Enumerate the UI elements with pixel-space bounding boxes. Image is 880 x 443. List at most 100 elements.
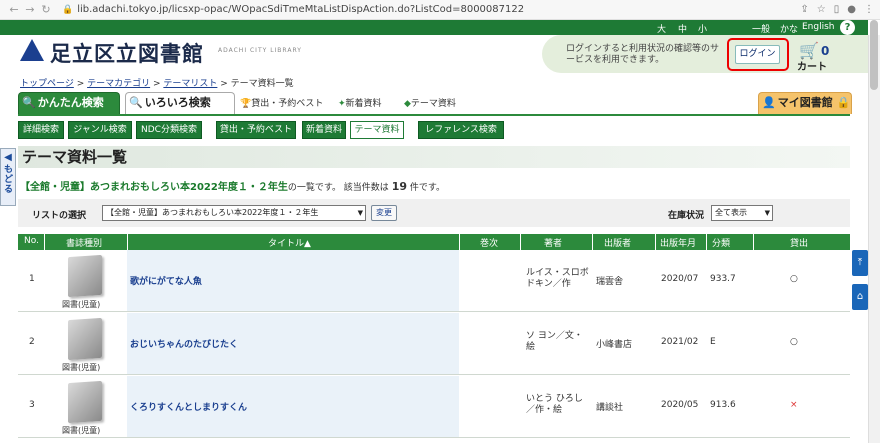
site-logo-subtitle: ADACHI CITY LIBRARY bbox=[218, 47, 302, 54]
normal-mode-link[interactable]: 一般 bbox=[752, 22, 770, 35]
site-logo[interactable]: 足立区立図書館 bbox=[50, 38, 204, 68]
row-status: ○ bbox=[790, 274, 798, 284]
table-row: 1 図書(児童) 歌がにがてな人魚 ルイス・スロボドキン／作 瑞雲舎 2020/… bbox=[18, 250, 850, 312]
breadcrumb: トップページ > テーマカテゴリ > テーマリスト > テーマ資料一覧 bbox=[20, 79, 294, 89]
stock-select[interactable]: 全て表示 ▼ bbox=[711, 205, 773, 221]
tab-best[interactable]: 🏆貸出・予約ベスト bbox=[240, 96, 323, 109]
share-icon[interactable]: ⇪ bbox=[800, 4, 808, 15]
list-select-bar: リストの選択 【全館・児童】あつまれおもしろい本2022年度１・２年生 ▼ 変更 … bbox=[18, 199, 850, 227]
col-type: 書誌種別 bbox=[66, 239, 103, 249]
address-bar[interactable]: lib.adachi.tokyo.jp/licsxp-opac/WOpacSdi… bbox=[77, 4, 792, 15]
row-publisher: 小峰書店 bbox=[596, 340, 633, 350]
font-large-link[interactable]: 大 bbox=[657, 22, 666, 35]
menu-icon[interactable]: ⋮ bbox=[864, 4, 874, 15]
row-author: ルイス・スロボドキン／作 bbox=[526, 268, 589, 289]
col-volume: 巻次 bbox=[480, 239, 499, 249]
profile-icon[interactable]: ● bbox=[847, 4, 856, 15]
help-icon[interactable]: ? bbox=[840, 20, 855, 35]
subnav-detail[interactable]: 詳細検索 bbox=[18, 121, 64, 139]
row-author: ソ ヨン／文・絵 bbox=[526, 331, 583, 352]
row-type: 図書(児童) bbox=[62, 426, 101, 435]
logo-mark-icon bbox=[20, 39, 44, 61]
trophy-icon: 🏆 bbox=[240, 99, 252, 109]
row-publisher: 瑞雲舎 bbox=[596, 277, 624, 287]
row-title-link[interactable]: くろりすくんとしまりすくん bbox=[130, 400, 247, 413]
breadcrumb-list[interactable]: テーマリスト bbox=[163, 79, 217, 89]
change-button[interactable]: 変更 bbox=[371, 205, 397, 221]
table-row: 2 図書(児童) おじいちゃんのたびじたく ソ ヨン／文・絵 小峰書店 2021… bbox=[18, 313, 850, 375]
row-type: 図書(児童) bbox=[62, 363, 101, 372]
kana-mode-link[interactable]: かな bbox=[780, 22, 798, 35]
list-select-label: リストの選択 bbox=[32, 211, 87, 221]
row-class: 933.7 bbox=[710, 274, 736, 284]
subnav-reference[interactable]: レファレンス検索 bbox=[418, 121, 504, 139]
cart-count: 0 bbox=[821, 44, 830, 58]
chevron-down-icon: ▼ bbox=[357, 209, 363, 217]
font-small-link[interactable]: 小 bbox=[698, 22, 707, 35]
tab-underline bbox=[18, 114, 850, 116]
stock-label: 在庫状況 bbox=[668, 211, 705, 221]
breadcrumb-top[interactable]: トップページ bbox=[20, 79, 74, 89]
row-status: × bbox=[790, 400, 798, 410]
row-class: E bbox=[710, 337, 716, 347]
row-date: 2021/02 bbox=[661, 337, 699, 347]
search-icon: 🔍 bbox=[22, 96, 36, 109]
row-no: 2 bbox=[29, 337, 35, 347]
row-title-link[interactable]: おじいちゃんのたびじたく bbox=[130, 337, 238, 350]
breadcrumb-category[interactable]: テーマカテゴリ bbox=[87, 79, 150, 89]
table-row: 3 図書(児童) くろりすくんとしまりすくん いとう ひろし／作・絵 講談社 2… bbox=[18, 376, 850, 438]
subnav-theme[interactable]: テーマ資料 bbox=[350, 121, 404, 139]
login-button[interactable]: ログイン bbox=[735, 45, 780, 64]
back-button[interactable]: ◀ もどる bbox=[0, 148, 16, 206]
scrollbar-thumb[interactable] bbox=[870, 20, 878, 90]
tab-theme[interactable]: ◆テーマ資料 bbox=[404, 96, 456, 109]
home-icon[interactable]: ⌂ bbox=[852, 284, 868, 310]
tab-new[interactable]: ✦新着資料 bbox=[338, 96, 382, 109]
row-title-link[interactable]: 歌がにがてな人魚 bbox=[130, 274, 202, 287]
search-icon: 🔍 bbox=[129, 96, 143, 109]
font-medium-link[interactable]: 中 bbox=[678, 22, 687, 35]
global-bar: 大 中 小 一般 かな English bbox=[0, 20, 868, 35]
cart-label[interactable]: カート bbox=[797, 58, 827, 73]
row-date: 2020/07 bbox=[661, 274, 699, 284]
star-icon[interactable]: ☆ bbox=[817, 4, 826, 15]
tab-mylib[interactable]: 👤 マイ図書館 🔒 bbox=[758, 92, 852, 114]
tab-iroiro[interactable]: 🔍 いろいろ検索 bbox=[125, 92, 235, 114]
subnav-ndc[interactable]: NDC分類検索 bbox=[136, 121, 202, 139]
result-count: 19 bbox=[391, 180, 407, 193]
book-icon bbox=[68, 317, 102, 361]
lock-icon: 🔒 bbox=[836, 96, 851, 109]
row-no: 1 bbox=[29, 274, 35, 284]
browser-toolbar: ← → ↻ 🔒 lib.adachi.tokyo.jp/licsxp-opac/… bbox=[0, 0, 880, 20]
chevron-down-icon: ▼ bbox=[764, 209, 770, 217]
english-link[interactable]: English bbox=[802, 22, 835, 32]
tab-kantan[interactable]: 🔍 かんたん検索 bbox=[18, 92, 120, 114]
login-message: ログインすると利用状況の確認等のサービスを利用できます。 bbox=[566, 44, 720, 65]
book-icon bbox=[68, 254, 102, 298]
col-status: 貸出 bbox=[790, 239, 809, 249]
scroll-top-icon[interactable]: ⤒ bbox=[852, 250, 868, 276]
col-title[interactable]: タイトル▲ bbox=[268, 236, 311, 249]
subnav-best[interactable]: 貸出・予約ベスト bbox=[216, 121, 296, 139]
row-class: 913.6 bbox=[710, 400, 736, 410]
page-title: テーマ資料一覧 bbox=[18, 146, 850, 168]
summary-category: 【全館・児童】あつまれおもしろい本2022年度１・２年生 bbox=[20, 182, 288, 193]
sidebar-icon[interactable]: ▯ bbox=[834, 4, 840, 15]
breadcrumb-current: テーマ資料一覧 bbox=[230, 79, 294, 89]
col-class: 分類 bbox=[712, 239, 731, 249]
col-author: 著者 bbox=[544, 239, 563, 249]
col-no: No. bbox=[24, 236, 39, 246]
table-header: No. 書誌種別 タイトル▲ 巻次 著者 出版者 出版年月 分類 貸出 bbox=[18, 234, 850, 250]
forward-arrow-icon[interactable]: → bbox=[22, 3, 38, 16]
reload-icon[interactable]: ↻ bbox=[38, 3, 54, 16]
subnav-new[interactable]: 新着資料 bbox=[302, 121, 346, 139]
left-arrow-icon: ◀ bbox=[4, 152, 12, 163]
row-author: いとう ひろし／作・絵 bbox=[526, 394, 583, 415]
row-status: ○ bbox=[790, 337, 798, 347]
subnav-genre[interactable]: ジャンル検索 bbox=[68, 121, 132, 139]
list-select[interactable]: 【全館・児童】あつまれおもしろい本2022年度１・２年生 ▼ bbox=[102, 205, 366, 221]
tag-icon: ◆ bbox=[404, 99, 411, 109]
back-arrow-icon[interactable]: ← bbox=[6, 3, 22, 16]
row-publisher: 講談社 bbox=[596, 403, 624, 413]
scrollbar[interactable] bbox=[868, 35, 880, 443]
